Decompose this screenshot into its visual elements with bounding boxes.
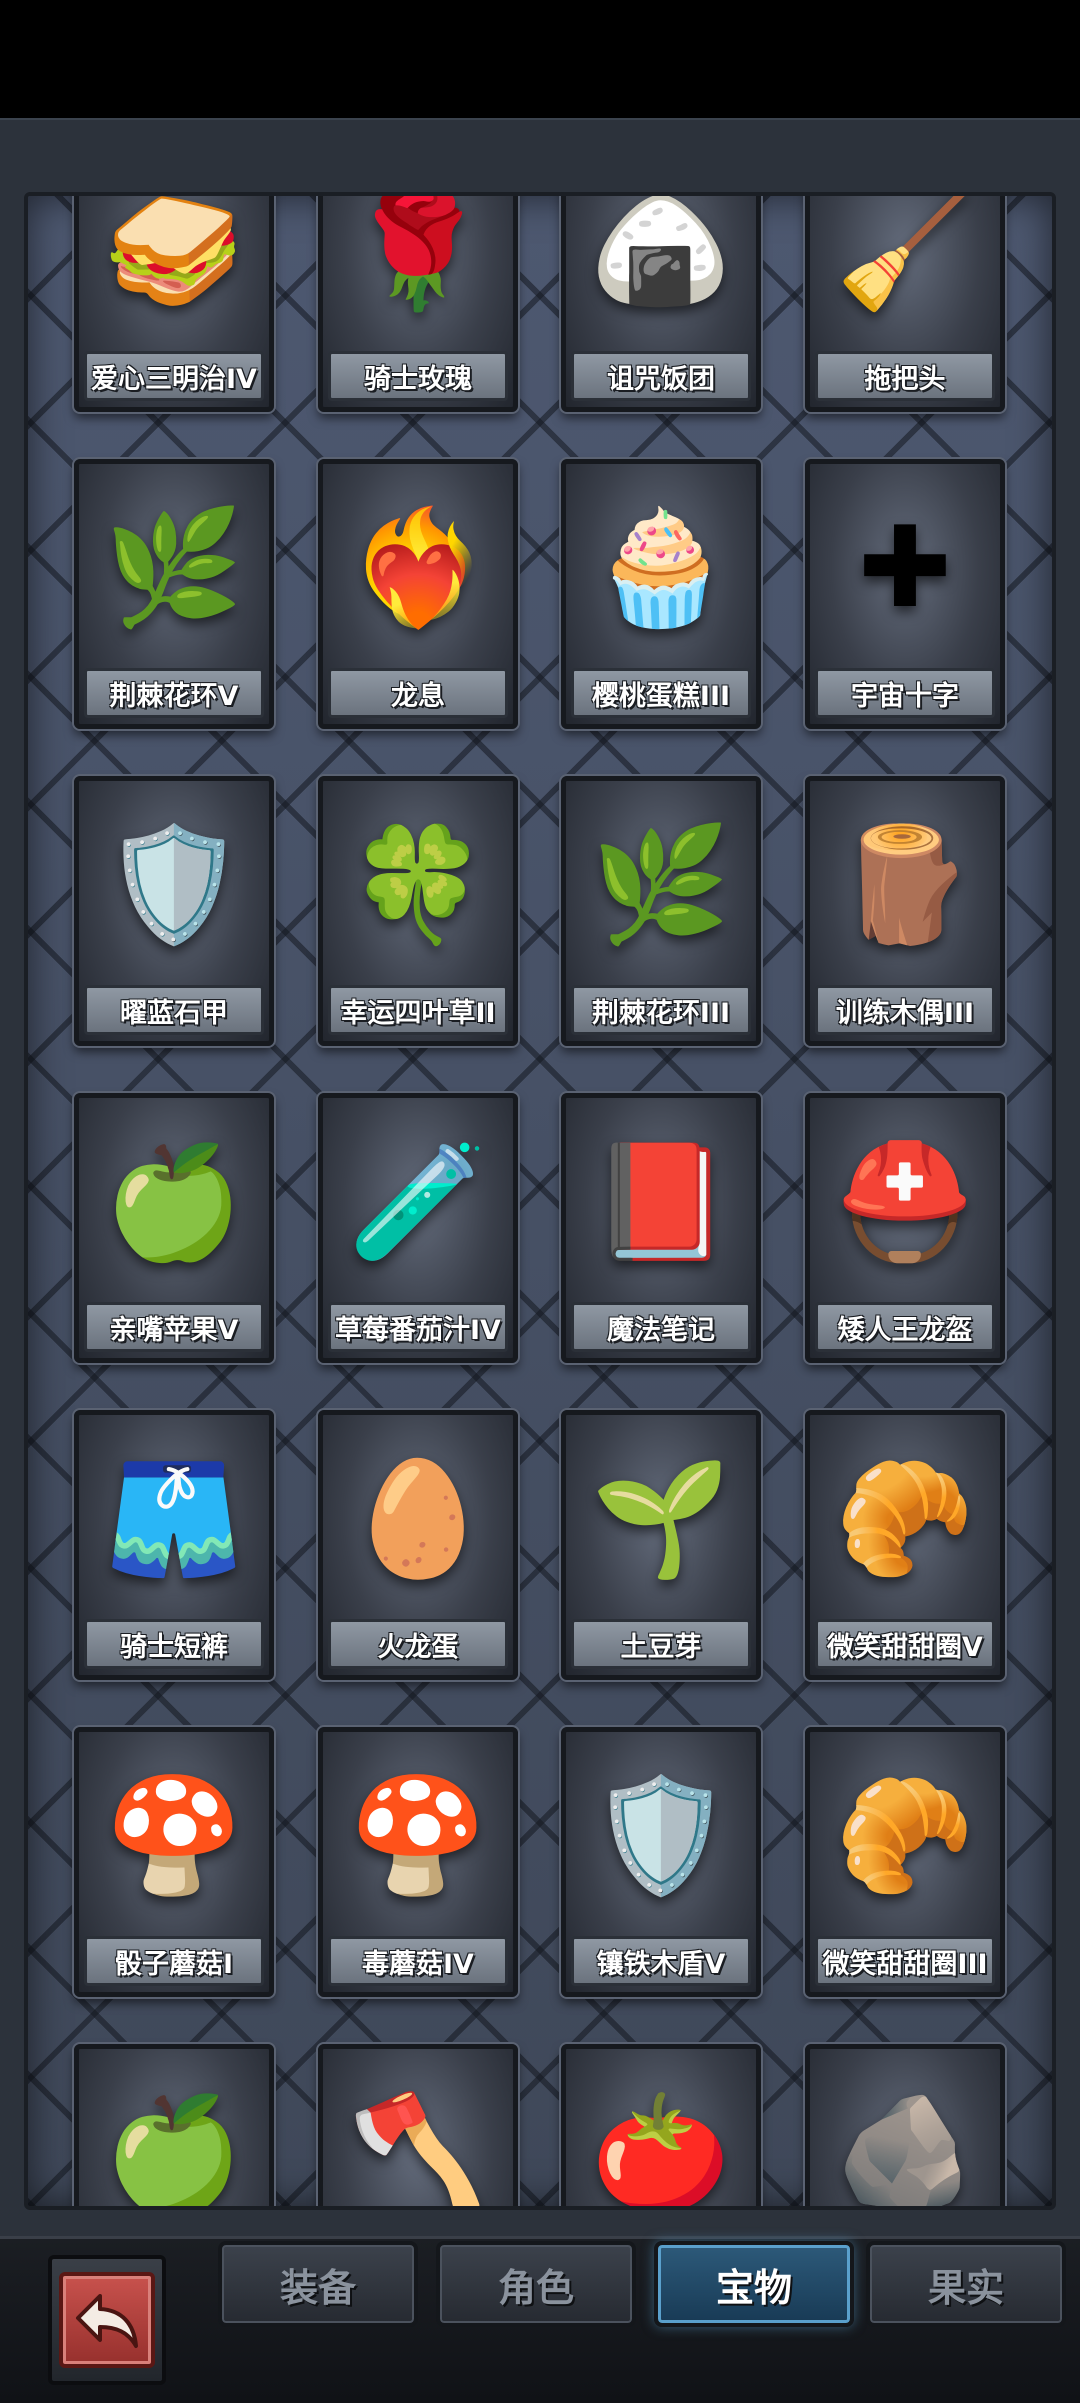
treasure-scroll-panel[interactable]: 🥪 爱心三明治IV 🌹 骑士玫瑰 🍙 诅咒饭团 🧹 拖把头 🌿 荆棘花环V ❤️‍🔥 龙息 🧁 樱桃蛋糕I… [24, 192, 1056, 2210]
wooden-shield-icon: 🛡️ [591, 1771, 731, 1901]
donut-icon: 🥐 [835, 1771, 975, 1901]
sandwich-icon: 🥪 [104, 192, 244, 316]
treasure-card[interactable]: ⛑️ 矮人王龙盔 [805, 1093, 1005, 1363]
treasure-name-label: 微笑甜甜圈III [815, 1936, 995, 1986]
bitten-apple-icon: 🍏 [104, 2088, 244, 2210]
treasure-card[interactable]: 🌹 骑士玫瑰 [318, 192, 518, 412]
treasure-name-label: 矮人王龙盔 [815, 1302, 995, 1352]
treasure-name-label: 宇宙十字 [815, 668, 995, 718]
rose-icon: 🌹 [348, 192, 488, 316]
treasure-card[interactable]: 🌿 荆棘花环V [74, 459, 274, 729]
thorn-wreath-icon: 🌿 [104, 503, 244, 633]
treasure-card[interactable]: 🍏 亲嘴苹果V [74, 1093, 274, 1363]
mushroom-icon: 🍄 [104, 1771, 244, 1901]
treasure-card[interactable]: 🌱 土豆芽 [561, 1410, 761, 1680]
bottom-navigation: 装备 角色 宝物 果实 [0, 2236, 1080, 2403]
mop-head-icon: 🧹 [835, 192, 975, 316]
treasure-card[interactable]: 🍄 骰子蘑菇I [74, 1727, 274, 1997]
treasure-card[interactable]: 🪨远古蛋壳V [805, 2044, 1005, 2210]
treasure-card[interactable]: 🍄 毒蘑菇IV [318, 1727, 518, 1997]
treasure-card[interactable]: 🍏亲嘴苹果II [74, 2044, 274, 2210]
treasure-card[interactable]: 🍅幽灵萝卜III [561, 2044, 761, 2210]
treasure-name-label: 魔法笔记 [571, 1302, 751, 1352]
treasure-card[interactable]: 📕 魔法笔记 [561, 1093, 761, 1363]
four-leaf-clover-icon: 🍀 [348, 820, 488, 950]
treasure-card[interactable]: 🥐 微笑甜甜圈V [805, 1410, 1005, 1680]
treasure-grid: 🥪 爱心三明治IV 🌹 骑士玫瑰 🍙 诅咒饭团 🧹 拖把头 🌿 荆棘花环V ❤️‍🔥 龙息 🧁 樱桃蛋糕I… [28, 196, 1052, 2206]
magic-book-icon: 📕 [591, 1137, 731, 1267]
thorn-wreath-icon: 🌿 [591, 820, 731, 950]
treasure-name-label: 龙息 [328, 668, 508, 718]
flaming-heart-icon: ❤️‍🔥 [348, 503, 488, 633]
treasure-card[interactable]: 🥚 火龙蛋 [318, 1410, 518, 1680]
treasure-name-label: 曜蓝石甲 [84, 985, 264, 1035]
treasure-name-label: 土豆芽 [571, 1619, 751, 1669]
treasure-name-label: 镶铁木盾V [571, 1936, 751, 1986]
treasure-card[interactable]: 🧪 草莓番茄汁IV [318, 1093, 518, 1363]
tab-character[interactable]: 角色 [436, 2241, 636, 2327]
double-axe-icon: 🪓 [348, 2088, 488, 2210]
treasure-card[interactable]: 🧁 樱桃蛋糕III [561, 459, 761, 729]
treasure-name-label: 诅咒饭团 [571, 351, 751, 401]
donut-icon: 🥐 [835, 1454, 975, 1584]
treasure-card[interactable]: ❤️‍🔥 龙息 [318, 459, 518, 729]
treasure-card[interactable]: 🥪 爱心三明治IV [74, 192, 274, 412]
status-bar [0, 0, 1080, 118]
treasure-card[interactable]: 🧹 拖把头 [805, 192, 1005, 412]
bitten-apple-icon: 🍏 [104, 1137, 244, 1267]
dwarf-helmet-icon: ⛑️ [835, 1137, 975, 1267]
wooden-cross-icon: ✚ [858, 503, 952, 633]
treasure-name-label: 骑士短裤 [84, 1619, 264, 1669]
treasure-card[interactable]: 🥐 微笑甜甜圈III [805, 1727, 1005, 1997]
treasure-card[interactable]: 🛡️ 镶铁木盾V [561, 1727, 761, 1997]
treasure-name-label: 草莓番茄汁IV [328, 1302, 508, 1352]
treasure-name-label: 拖把头 [815, 351, 995, 401]
treasure-name-label: 微笑甜甜圈V [815, 1619, 995, 1669]
treasure-screen: 🥪 爱心三明治IV 🌹 骑士玫瑰 🍙 诅咒饭团 🧹 拖把头 🌿 荆棘花环V ❤️‍🔥 龙息 🧁 樱桃蛋糕I… [0, 118, 1080, 2236]
rice-ball-icon: 🍙 [591, 192, 731, 316]
cherry-cake-icon: 🧁 [591, 503, 731, 633]
potion-bottle-icon: 🧪 [348, 1137, 488, 1267]
treasure-name-label: 毒蘑菇IV [328, 1936, 508, 1986]
tab-equipment[interactable]: 装备 [218, 2241, 418, 2327]
potato-sprout-icon: 🌱 [591, 1454, 731, 1584]
treasure-name-label: 火龙蛋 [328, 1619, 508, 1669]
training-dummy-icon: 🪵 [835, 820, 975, 950]
treasure-card[interactable]: 🍀 幸运四叶草II [318, 776, 518, 1046]
fire-dragon-egg-icon: 🥚 [348, 1454, 488, 1584]
treasure-name-label: 幸运四叶草II [328, 985, 508, 1035]
treasure-name-label: 荆棘花环III [571, 985, 751, 1035]
knight-shorts-icon: 🩳 [104, 1454, 244, 1584]
treasure-name-label: 樱桃蛋糕III [571, 668, 751, 718]
treasure-card[interactable]: ✚ 宇宙十字 [805, 459, 1005, 729]
back-button[interactable] [48, 2255, 166, 2385]
treasure-name-label: 亲嘴苹果V [84, 1302, 264, 1352]
treasure-card[interactable]: 🪵 训练木偶III [805, 776, 1005, 1046]
broken-eggshell-icon: 🪨 [835, 2088, 975, 2210]
treasure-card[interactable]: 🪓双刃斧V [318, 2044, 518, 2210]
treasure-card[interactable]: 🩳 骑士短裤 [74, 1410, 274, 1680]
ghost-radish-icon: 🍅 [591, 2088, 731, 2210]
treasure-name-label: 训练木偶III [815, 985, 995, 1035]
back-arrow-icon [59, 2272, 155, 2368]
treasure-name-label: 荆棘花环V [84, 668, 264, 718]
tab-treasure[interactable]: 宝物 [654, 2241, 854, 2327]
treasure-name-label: 骰子蘑菇I [84, 1936, 264, 1986]
tab-fruit[interactable]: 果实 [866, 2241, 1066, 2327]
treasure-card[interactable]: 🍙 诅咒饭团 [561, 192, 761, 412]
treasure-name-label: 骑士玫瑰 [328, 351, 508, 401]
blue-armor-icon: 🛡️ [104, 820, 244, 950]
treasure-card[interactable]: 🌿 荆棘花环III [561, 776, 761, 1046]
poison-mushroom-icon: 🍄 [348, 1771, 488, 1901]
treasure-card[interactable]: 🛡️ 曜蓝石甲 [74, 776, 274, 1046]
treasure-name-label: 爱心三明治IV [84, 351, 264, 401]
